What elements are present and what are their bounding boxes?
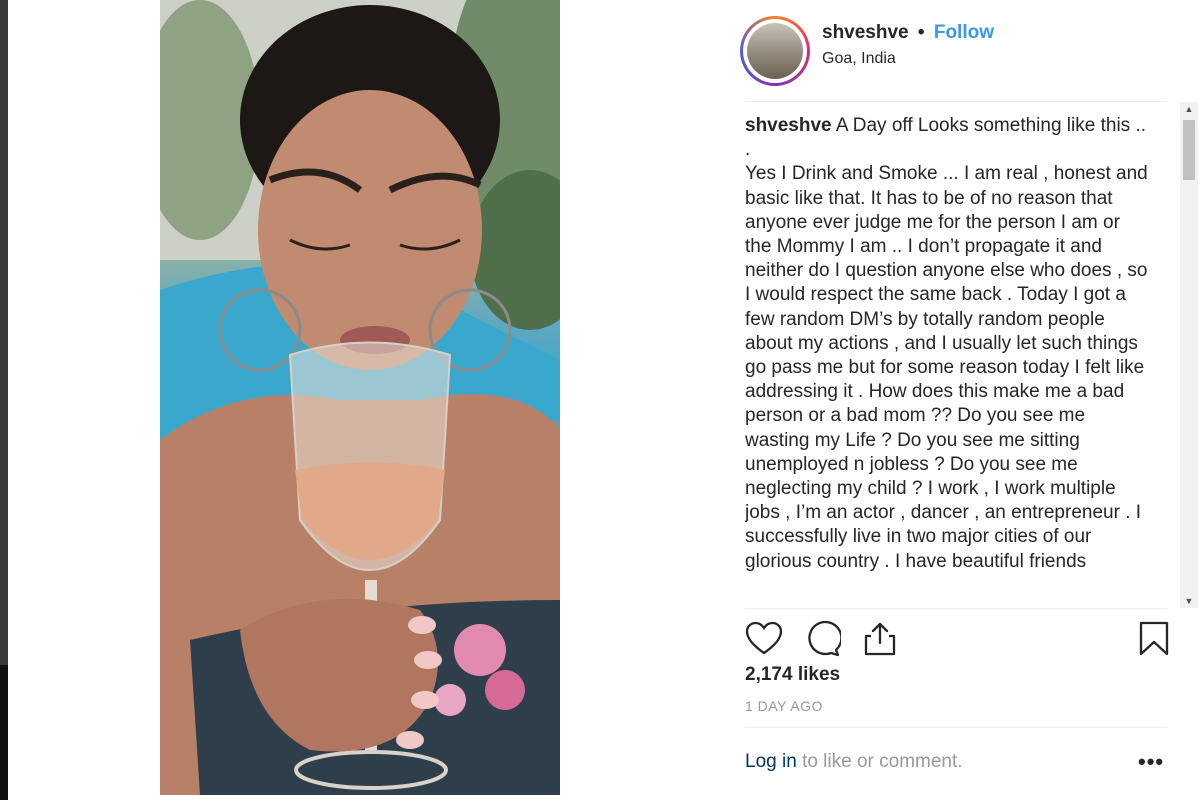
divider <box>745 727 1167 728</box>
caption-body: Yes I Drink and Smoke ... I am real , ho… <box>745 163 1148 572</box>
login-link[interactable]: Log in <box>745 751 797 772</box>
post-header: shveshve • Follow Goa, India <box>740 12 1170 92</box>
window-edge <box>0 0 8 800</box>
share-icon[interactable] <box>861 620 899 658</box>
username-row: shveshve • Follow <box>822 22 994 44</box>
caption-text: A Day off Looks something like this .. <box>835 115 1147 136</box>
heart-icon[interactable] <box>745 620 783 658</box>
avatar[interactable] <box>740 16 810 86</box>
separator-dot: • <box>917 22 925 43</box>
login-prompt: Log in to like or comment. <box>745 751 963 773</box>
follow-button[interactable]: Follow <box>934 22 994 43</box>
username-link[interactable]: shveshve <box>822 22 909 43</box>
post-photo[interactable] <box>160 0 560 795</box>
caption-scrollbar[interactable]: ▲ ▼ <box>1180 102 1198 608</box>
bookmark-icon[interactable] <box>1135 620 1173 658</box>
location-link[interactable]: Goa, India <box>822 50 896 68</box>
action-bar <box>745 620 1169 660</box>
post-timestamp[interactable]: 1 DAY AGO <box>745 698 823 714</box>
caption-dot: . <box>745 139 751 161</box>
more-options-icon[interactable]: ••• <box>1138 751 1164 773</box>
caption: shveshve A Day off Looks something like … <box>745 114 1150 574</box>
scroll-down-icon[interactable]: ▼ <box>1180 594 1198 608</box>
likes-count[interactable]: 2,174 likes <box>745 664 840 686</box>
caption-username[interactable]: shveshve <box>745 115 832 136</box>
scroll-up-icon[interactable]: ▲ <box>1180 102 1198 116</box>
scroll-thumb[interactable] <box>1183 120 1195 180</box>
login-prompt-text: to like or comment. <box>802 751 963 772</box>
divider <box>745 608 1167 609</box>
divider <box>745 101 1167 102</box>
comment-icon[interactable] <box>803 620 843 658</box>
caption-container[interactable]: shveshve A Day off Looks something like … <box>745 114 1169 608</box>
